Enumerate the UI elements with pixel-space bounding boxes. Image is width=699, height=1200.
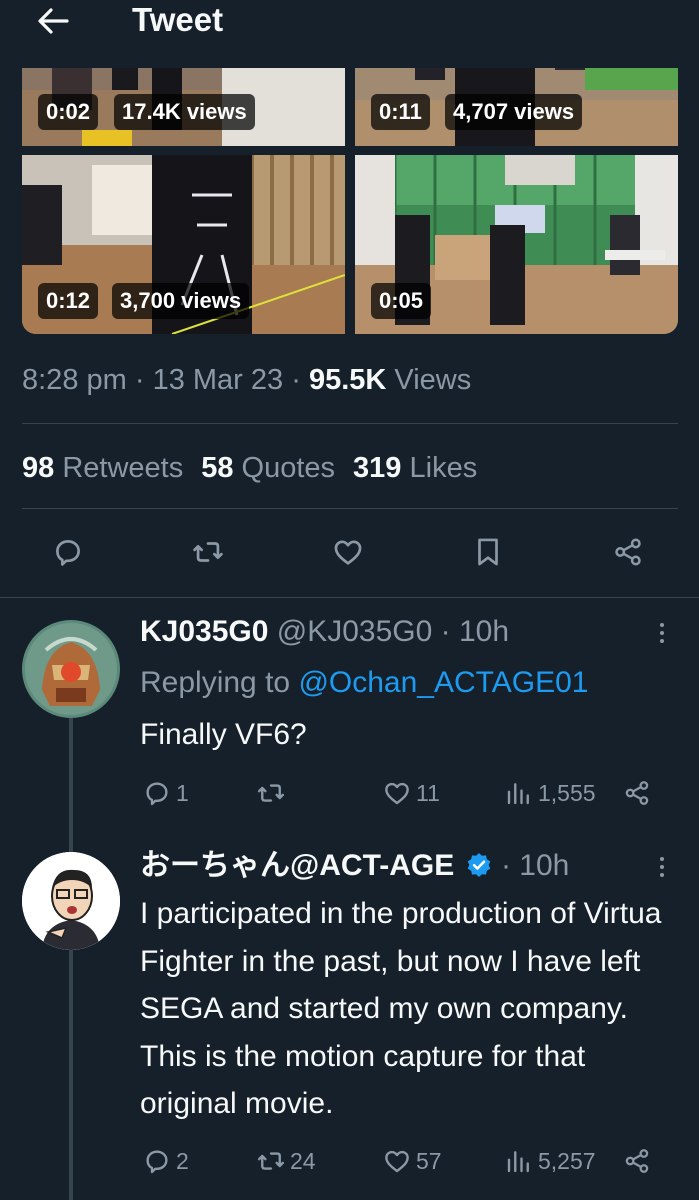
thread-connector-line bbox=[69, 950, 73, 1200]
like-icon bbox=[385, 782, 409, 805]
like-button[interactable]: 11 bbox=[382, 775, 440, 811]
retweet-button[interactable] bbox=[186, 530, 230, 574]
user-handle[interactable]: @KJ035G0 bbox=[268, 615, 433, 648]
arrow-left-icon bbox=[38, 8, 69, 34]
display-name[interactable]: KJ035G0 bbox=[140, 615, 268, 648]
video-thumbnail-3[interactable]: 0:12 3,700 views bbox=[22, 155, 345, 334]
retweet-icon bbox=[193, 542, 223, 562]
video-views-badge: 17.4K views bbox=[114, 94, 255, 130]
display-name[interactable]: おーちゃん@ACT-AGE bbox=[140, 849, 454, 882]
page-title: Tweet bbox=[132, 1, 224, 38]
retweet-icon bbox=[257, 1152, 285, 1170]
separator: · bbox=[283, 364, 309, 396]
reply-tweet[interactable]: KJ035G0 @KJ035G0 · 10h Replying to @Ocha… bbox=[0, 598, 699, 822]
reply-time: · 10h bbox=[492, 849, 570, 882]
replying-to-line: Replying to @Ochan_ACTAGE01 bbox=[140, 659, 690, 707]
more-vertical-icon bbox=[660, 623, 664, 643]
like-icon bbox=[334, 540, 362, 565]
views-count: 95.5K bbox=[308, 364, 387, 396]
views-button[interactable]: 5,257 bbox=[504, 1143, 596, 1179]
more-options-button[interactable] bbox=[652, 852, 672, 882]
retweets-label: Retweets bbox=[54, 452, 184, 484]
share-icon bbox=[625, 781, 649, 805]
reply-header: KJ035G0 @KJ035G0 · 10h bbox=[140, 614, 509, 650]
retweet-button[interactable]: 24 bbox=[256, 1143, 316, 1179]
bookmark-button[interactable] bbox=[466, 530, 510, 574]
share-button[interactable] bbox=[622, 775, 656, 811]
likes-label: Likes bbox=[401, 452, 478, 484]
verified-badge-icon bbox=[467, 853, 490, 877]
video-duration-badge: 0:02 bbox=[38, 94, 99, 130]
tweet-date[interactable]: 13 Mar 23 bbox=[153, 364, 284, 396]
quotes-count: 58 bbox=[201, 452, 234, 484]
retweet-button[interactable] bbox=[256, 775, 290, 811]
reply-time: · 10h bbox=[432, 615, 510, 648]
views-label: Views bbox=[386, 364, 472, 396]
top-app-bar: Tweet bbox=[0, 0, 699, 68]
like-count: 57 bbox=[416, 1147, 442, 1174]
quotes-label: Quotes bbox=[233, 452, 336, 484]
engagement-stats: 98 Retweets 58 Quotes 319 Likes bbox=[22, 452, 477, 485]
reply-icon bbox=[146, 1150, 168, 1174]
avatar[interactable] bbox=[22, 852, 120, 950]
thread-connector-line bbox=[69, 818, 73, 852]
views-chart-icon bbox=[507, 1151, 529, 1173]
thread-connector-line bbox=[69, 718, 73, 822]
retweets-count: 98 bbox=[22, 452, 55, 484]
tweet-action-bar bbox=[0, 530, 699, 576]
mentioned-user-link[interactable]: @Ochan_ACTAGE01 bbox=[298, 666, 588, 699]
likes-stat[interactable]: 319 Likes bbox=[353, 452, 477, 484]
view-count: 5,257 bbox=[538, 1147, 596, 1174]
views-chart-icon bbox=[507, 783, 529, 805]
quotes-stat[interactable]: 58 Quotes bbox=[201, 452, 335, 484]
reply-action-bar: 2 24 57 5,257 bbox=[140, 1143, 660, 1179]
like-button[interactable]: 57 bbox=[382, 1143, 442, 1179]
reply-button[interactable]: 2 bbox=[142, 1143, 189, 1179]
likes-count: 319 bbox=[353, 452, 402, 484]
reply-button[interactable] bbox=[46, 530, 90, 574]
share-button[interactable] bbox=[622, 1143, 656, 1179]
separator: · bbox=[126, 364, 153, 396]
reply-icon bbox=[56, 540, 80, 566]
retweet-icon bbox=[257, 784, 285, 802]
bookmark-icon bbox=[478, 538, 498, 566]
reply-text: I participated in the production of Virt… bbox=[140, 897, 662, 1120]
tweet-time: 8:28 pm bbox=[22, 364, 127, 396]
video-duration-badge: 0:05 bbox=[371, 283, 432, 319]
video-views-badge: 3,700 views bbox=[112, 283, 250, 319]
reply-text: Finally VF6? bbox=[140, 718, 307, 751]
like-button[interactable] bbox=[326, 530, 370, 574]
replying-to-label: Replying to bbox=[140, 666, 299, 699]
avatar[interactable] bbox=[22, 620, 120, 718]
views-button[interactable]: 1,555 bbox=[504, 775, 596, 811]
video-duration-badge: 0:11 bbox=[371, 94, 430, 130]
reply-header: おーちゃん@ACT-AGE · 10h bbox=[140, 848, 569, 884]
reply-action-bar: 1 11 1,555 bbox=[140, 775, 660, 811]
video-duration-badge: 0:12 bbox=[38, 283, 99, 319]
divider bbox=[22, 508, 678, 509]
more-vertical-icon bbox=[660, 857, 664, 877]
view-count: 1,555 bbox=[538, 779, 596, 806]
retweet-count: 24 bbox=[290, 1147, 316, 1174]
more-options-button[interactable] bbox=[652, 618, 672, 648]
share-icon bbox=[625, 1149, 649, 1173]
reply-tweet[interactable]: おーちゃん@ACT-AGE · 10h I participated in th… bbox=[0, 818, 699, 1200]
reply-count: 1 bbox=[176, 779, 189, 806]
share-icon bbox=[615, 538, 641, 566]
video-thumbnail-4[interactable]: 0:05 bbox=[355, 155, 678, 334]
divider bbox=[22, 423, 678, 424]
video-views-badge: 4,707 views bbox=[445, 94, 583, 130]
like-count: 11 bbox=[416, 779, 440, 806]
reply-count: 2 bbox=[176, 1147, 189, 1174]
share-button[interactable] bbox=[606, 530, 650, 574]
back-button[interactable] bbox=[28, 2, 78, 40]
like-icon bbox=[385, 1150, 409, 1173]
reply-icon bbox=[146, 782, 168, 806]
tweet-timestamp-line: 8:28 pm · 13 Mar 23 · 95.5K Views bbox=[22, 364, 471, 397]
reply-button[interactable]: 1 bbox=[142, 775, 189, 811]
retweets-stat[interactable]: 98 Retweets bbox=[22, 452, 183, 484]
